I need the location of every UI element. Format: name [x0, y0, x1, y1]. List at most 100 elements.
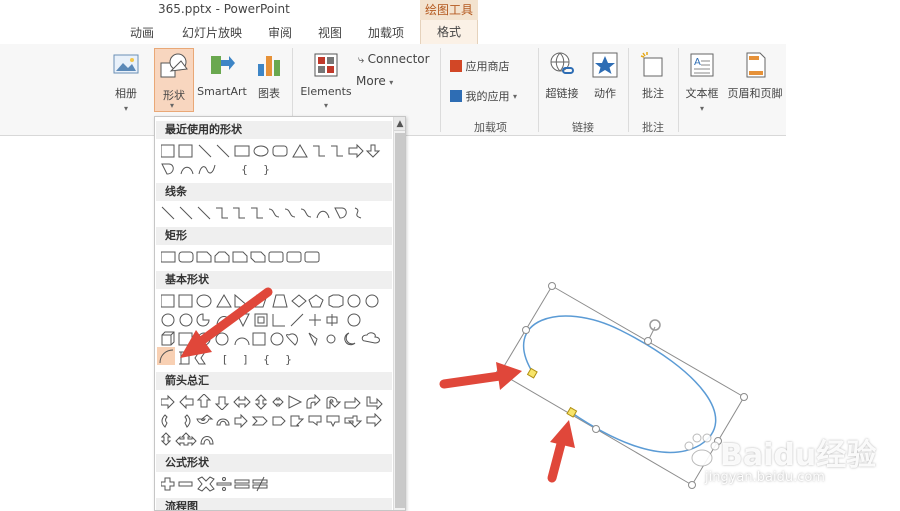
section-basic-shapes: 基本形状	[156, 271, 392, 289]
tab-animations[interactable]: 动画	[130, 24, 154, 41]
header-footer-button[interactable]: 页眉和页脚	[724, 50, 786, 101]
section-flowchart: 流程图	[156, 498, 392, 510]
tab-format-label: 格式	[436, 25, 461, 39]
svg-text:A: A	[694, 57, 701, 68]
svg-text:{: {	[263, 353, 270, 366]
chevron-down-icon: ▾	[513, 92, 518, 101]
comment-button[interactable]: 批注	[636, 50, 670, 101]
basic-shapes-icon: [ ] { }	[162, 351, 292, 366]
drawing-tools-group: 绘图工具	[420, 0, 478, 20]
hyperlink-button[interactable]: 超链接	[542, 50, 582, 101]
star-icon	[592, 52, 618, 78]
shapes-button[interactable]: 形状 ▾	[154, 48, 194, 112]
section-lines: 线条	[156, 183, 392, 201]
recent-shapes-row-2[interactable]: { }	[161, 161, 391, 177]
ribbon-divider	[440, 48, 441, 132]
connector-icon: ⤷	[358, 53, 365, 66]
app-store-button[interactable]: 应用商店	[450, 58, 534, 74]
block-arrows-icon	[161, 413, 382, 429]
header-footer-icon	[746, 52, 766, 78]
block-arrows-icon	[161, 432, 214, 447]
smartart-label: SmartArt	[197, 85, 247, 98]
shapes-gallery-panel: 最近使用的形状 { } 线条 矩形 基本形状 [] {} 箭头总汇 公式形状…	[154, 116, 406, 511]
bar-chart-icon	[258, 56, 280, 76]
ribbon-divider	[678, 48, 679, 132]
comments-group-label: 批注	[642, 121, 664, 134]
basic-shapes-row-4[interactable]: [ ] { }	[161, 350, 391, 366]
ribbon-divider	[538, 48, 539, 132]
drawing-tools-label: 绘图工具	[424, 3, 473, 17]
block-arrows-row-1[interactable]	[161, 394, 391, 410]
my-apps-button[interactable]: 我的应用 ▾	[450, 88, 534, 104]
connector-button[interactable]: ⤷ Connector	[358, 52, 436, 67]
section-rectangles: 矩形	[156, 227, 392, 245]
section-equation-shapes: 公式形状	[156, 454, 392, 472]
recent-shapes-icon: { }	[161, 163, 270, 176]
hyperlink-label: 超链接	[545, 87, 579, 100]
addins-group-label: 加载项	[474, 121, 507, 134]
equation-shapes-row[interactable]	[161, 476, 391, 492]
links-group-label: 链接	[572, 121, 594, 134]
basic-shapes-row-1[interactable]	[161, 293, 391, 309]
more-label: More	[356, 74, 386, 88]
comment-icon	[640, 52, 663, 77]
chart-button[interactable]: 图表	[252, 50, 286, 101]
header-footer-label: 页眉和页脚	[727, 87, 783, 100]
tab-slideshow[interactable]: 幻灯片放映	[182, 24, 242, 41]
svg-text:[: [	[223, 353, 227, 366]
textbox-label: 文本框	[685, 87, 719, 100]
tab-view[interactable]: 视图	[318, 24, 342, 41]
tab-review[interactable]: 审阅	[268, 24, 292, 41]
basic-shapes-row-3[interactable]	[161, 331, 391, 347]
album-icon	[113, 54, 139, 74]
elements-icon	[314, 53, 338, 77]
more-button[interactable]: More ▾	[356, 74, 416, 88]
smartart-icon	[211, 56, 235, 74]
album-label: 相册	[115, 87, 137, 100]
ribbon-divider	[628, 48, 629, 132]
rectangle-shapes-icon	[161, 251, 320, 263]
adjust-handle-start[interactable]	[526, 367, 538, 379]
chevron-down-icon: ▾	[323, 101, 328, 110]
rotate-handle-icon[interactable]	[649, 319, 661, 331]
textbox-button[interactable]: A 文本框 ▾	[682, 50, 722, 114]
album-button[interactable]: 相册 ▾	[108, 50, 144, 114]
shapes-icon	[160, 53, 188, 78]
my-apps-icon	[450, 90, 462, 102]
rectangles-row[interactable]	[161, 249, 391, 265]
svg-text:}: }	[285, 353, 292, 366]
chevron-down-icon: ▾	[123, 104, 128, 113]
comment-label: 批注	[642, 87, 664, 100]
basic-shapes-icon	[161, 293, 379, 308]
connector-label: Connector	[367, 52, 430, 66]
lines-row[interactable]	[161, 205, 391, 221]
line-shapes-icon	[161, 206, 362, 220]
section-recent-shapes: 最近使用的形状	[156, 121, 392, 139]
chevron-down-icon: ▾	[389, 78, 394, 87]
highlighted-arc-shape-button[interactable]	[157, 347, 175, 365]
svg-text:]: ]	[243, 353, 247, 366]
chevron-down-icon: ▾	[170, 101, 175, 110]
chevron-down-icon: ▾	[699, 104, 704, 113]
elements-label: Elements	[300, 85, 352, 98]
svg-text:{: {	[241, 163, 248, 176]
panel-scrollbar[interactable]: ▲	[393, 117, 405, 510]
block-arrows-icon	[161, 394, 383, 410]
textbox-icon: A	[690, 53, 714, 77]
scroll-thumb[interactable]	[395, 133, 405, 508]
tab-format[interactable]: 格式	[420, 20, 478, 44]
action-button[interactable]: 动作	[588, 50, 622, 101]
equation-shapes-icon	[161, 476, 268, 492]
basic-shapes-icon	[161, 331, 380, 347]
basic-shapes-row-2[interactable]	[161, 312, 391, 328]
smartart-button[interactable]: SmartArt	[196, 50, 248, 98]
recent-shapes-icon	[161, 143, 381, 159]
elements-button[interactable]: Elements ▾	[298, 50, 354, 111]
block-arrows-row-3[interactable]	[161, 432, 391, 448]
globe-link-icon	[550, 52, 574, 74]
scroll-up-icon[interactable]: ▲	[394, 117, 405, 131]
tab-addins[interactable]: 加载项	[368, 24, 404, 41]
block-arrows-row-2[interactable]	[161, 413, 391, 429]
app-store-label: 应用商店	[465, 60, 510, 73]
recent-shapes-row-1[interactable]	[161, 143, 391, 159]
